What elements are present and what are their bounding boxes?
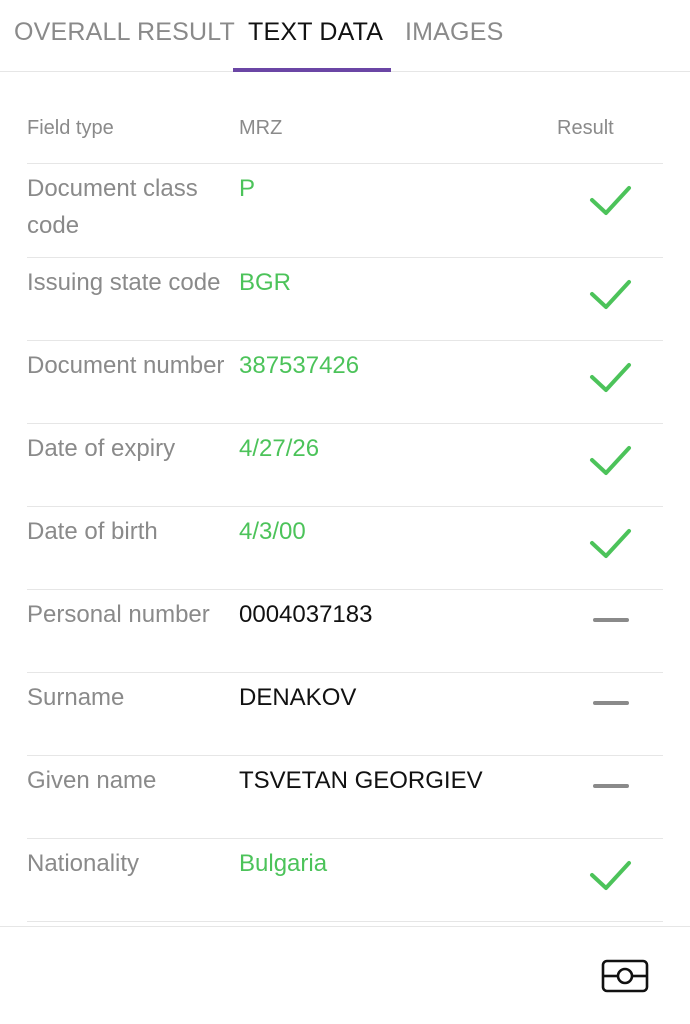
tab-bar: OVERALL RESULT TEXT DATA IMAGES — [0, 0, 690, 72]
camera-icon — [601, 959, 649, 993]
tab-images[interactable]: IMAGES — [405, 18, 503, 47]
result-cell — [585, 440, 635, 480]
table-row: Document class code P — [27, 164, 663, 258]
checkmark-icon — [590, 280, 631, 309]
dash-icon — [593, 618, 629, 622]
table-row: Personal number 0004037183 — [27, 590, 663, 673]
result-cell — [585, 180, 635, 220]
result-cell — [585, 274, 635, 314]
field-type-cell: Surname — [27, 684, 125, 711]
header-mrz: MRZ — [239, 117, 283, 139]
table-row: Surname DENAKOV — [27, 673, 663, 756]
tab-text-data[interactable]: TEXT DATA — [248, 18, 383, 47]
mrz-value-cell: 0004037183 — [239, 601, 373, 628]
table-row: Nationality Bulgaria — [27, 839, 663, 922]
result-cell — [585, 523, 635, 563]
result-cell — [585, 606, 635, 646]
field-type-cell: Document number — [27, 352, 225, 379]
header-field-type: Field type — [27, 117, 114, 139]
mrz-value-cell: BGR — [239, 269, 292, 296]
table-row: Date of expiry 4/27/26 — [27, 424, 663, 507]
mrz-value-cell: 4/27/26 — [239, 435, 320, 462]
table-row: Document number 387537426 — [27, 341, 663, 424]
dash-icon — [593, 701, 629, 705]
checkmark-icon — [590, 446, 631, 475]
table-body: Document class code P Issuing state code BG… — [27, 164, 663, 922]
checkmark-icon — [590, 186, 631, 215]
result-cell — [585, 689, 635, 729]
active-tab-indicator — [233, 68, 391, 72]
checkmark-icon — [590, 861, 631, 890]
camera-button[interactable] — [600, 957, 652, 997]
result-cell — [585, 772, 635, 812]
field-type-cell: Personal number — [27, 601, 210, 628]
field-type-cell: Document class code — [27, 175, 198, 239]
table-row: Given name TSVETAN GEORGIEV — [27, 756, 663, 839]
table-header: Field type MRZ Result — [27, 100, 663, 164]
tab-overall-result[interactable]: OVERALL RESULT — [14, 18, 235, 47]
checkmark-icon — [590, 529, 631, 558]
mrz-value-cell: 4/3/00 — [239, 518, 306, 545]
mrz-value-cell: DENAKOV — [239, 684, 357, 711]
field-type-cell: Date of birth — [27, 518, 158, 545]
table-row: Date of birth 4/3/00 — [27, 507, 663, 590]
field-type-cell: Date of expiry — [27, 435, 176, 462]
text-data-table: Field type MRZ Result Document class cod… — [27, 100, 663, 922]
result-cell — [585, 855, 635, 895]
field-type-cell: Given name — [27, 767, 157, 794]
mrz-value-cell: TSVETAN GEORGIEV — [239, 767, 483, 794]
mrz-value-cell: 387537426 — [239, 352, 360, 379]
field-type-cell: Issuing state code — [27, 269, 221, 296]
checkmark-icon — [590, 363, 631, 392]
header-result: Result — [557, 117, 614, 139]
table-row: Issuing state code BGR — [27, 258, 663, 341]
mrz-value-cell: Bulgaria — [239, 850, 328, 877]
result-cell — [585, 357, 635, 397]
dash-icon — [593, 784, 629, 788]
field-type-cell: Nationality — [27, 850, 140, 877]
mrz-value-cell: P — [239, 175, 256, 202]
footer-bar — [0, 926, 690, 1024]
